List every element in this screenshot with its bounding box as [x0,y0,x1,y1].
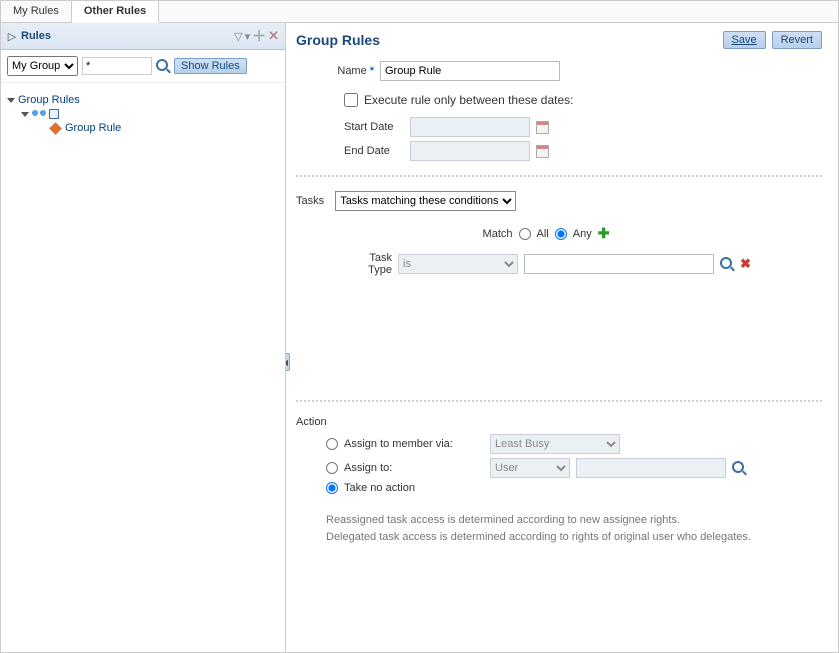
tasks-label: Tasks [296,195,324,207]
name-row: Name* [314,61,822,81]
content-area: ▷ Rules ▽ ▾ ＋ ✕ My Group Show Rules [1,23,838,652]
lookup-icon[interactable] [720,257,734,271]
action-assign-to-row: Assign to: User [326,458,822,478]
main-header: Group Rules Save Revert [296,31,822,49]
app-window: My Rules Other Rules ▷ Rules ▽ ▾ ＋ ✕ My … [0,0,839,653]
match-all-radio[interactable] [519,228,531,240]
sidebar: ▷ Rules ▽ ▾ ＋ ✕ My Group Show Rules [1,23,286,652]
calendar-icon[interactable] [536,145,549,158]
exec-dates-row: Execute rule only between these dates: [344,93,822,107]
ruleset-icon [49,109,59,119]
condition-field-label: Task Type [352,252,392,276]
panel-menu-icon[interactable]: ▽ [234,30,242,43]
revert-button[interactable]: Revert [772,31,822,49]
end-date-input [410,141,530,161]
action-note: Reassigned task access is determined acc… [326,512,822,545]
condition-row: Task Type is ✖ [352,252,822,276]
action-noaction-row: Take no action [326,482,822,494]
group-select[interactable]: My Group [7,56,78,76]
group-icon [32,108,46,120]
tab-bar: My Rules Other Rules [1,1,838,23]
note-line-1: Reassigned task access is determined acc… [326,512,822,529]
exec-dates-label: Execute rule only between these dates: [364,93,573,107]
show-rules-button[interactable]: Show Rules [174,58,247,74]
add-icon[interactable]: ＋ [252,26,266,46]
save-button[interactable]: Save [723,31,766,49]
start-date-label: Start Date [344,121,404,133]
assign-to-label: Assign to: [344,462,484,474]
assign-to-user-input [576,458,726,478]
tab-other-rules[interactable]: Other Rules [72,1,159,23]
main-panel: ◀ Group Rules Save Revert Name* Execute … [286,23,838,652]
assign-to-radio[interactable] [326,462,338,474]
action-label: Action [296,416,822,428]
rules-panel-title: Rules [21,30,230,42]
no-action-radio[interactable] [326,482,338,494]
add-condition-icon[interactable]: ✚ [598,225,610,242]
tree-node-group[interactable] [7,107,279,121]
rules-panel-header: ▷ Rules ▽ ▾ ＋ ✕ [1,23,285,50]
condition-value-input[interactable] [524,254,714,274]
start-date-input [410,117,530,137]
tree-node-group-rules[interactable]: Group Rules [7,93,279,107]
lookup-icon[interactable] [732,461,746,475]
no-action-label: Take no action [344,482,484,494]
assign-member-label: Assign to member via: [344,438,484,450]
rule-icon [49,122,62,135]
calendar-icon[interactable] [536,121,549,134]
rules-filter-row: My Group Show Rules [1,50,285,83]
match-any-label: Any [573,228,592,240]
divider [296,400,822,402]
start-date-row: Start Date [344,117,822,137]
match-label: Match [483,228,513,240]
tree-label: Group Rules [18,94,80,106]
match-all-label: All [537,228,549,240]
date-section: Start Date End Date [344,117,822,161]
delete-icon[interactable]: ✕ [268,28,279,44]
spacer [296,276,822,386]
rules-tree: Group Rules Group Rule [1,83,285,145]
filter-input[interactable] [82,57,152,75]
tasks-mode-select[interactable]: Tasks matching these conditions [335,191,516,211]
note-line-2: Delegated task access is determined acco… [326,529,822,546]
expand-icon[interactable] [21,112,29,117]
expand-icon[interactable] [7,98,15,103]
tab-my-rules[interactable]: My Rules [1,1,72,22]
exec-dates-checkbox[interactable] [344,93,358,107]
name-label: Name* [314,65,374,77]
action-section: Action Assign to member via: Least Busy … [296,416,822,545]
end-date-label: End Date [344,145,404,157]
panel-actions: ▽ ▾ ＋ ✕ [234,26,279,46]
divider [296,175,822,177]
assign-member-select[interactable]: Least Busy [490,434,620,454]
remove-condition-icon[interactable]: ✖ [740,256,751,272]
match-any-radio[interactable] [555,228,567,240]
tasks-section: Tasks Tasks matching these conditions Ma… [296,191,822,276]
name-input[interactable] [380,61,560,81]
main-actions: Save Revert [723,31,822,49]
panel-separator-icon: ▾ [245,30,251,43]
tree-node-rule[interactable]: Group Rule [7,121,279,135]
assign-to-type-select[interactable]: User [490,458,570,478]
tree-label: Group Rule [65,122,121,134]
splitter-handle[interactable]: ◀ [286,353,290,371]
search-icon[interactable] [156,59,170,73]
end-date-row: End Date [344,141,822,161]
page-title: Group Rules [296,32,380,48]
action-assign-member-row: Assign to member via: Least Busy [326,434,822,454]
assign-member-radio[interactable] [326,438,338,450]
match-row: Match All Any ✚ [366,225,726,242]
collapse-icon[interactable]: ▷ [7,31,17,41]
condition-op-select[interactable]: is [398,254,518,274]
